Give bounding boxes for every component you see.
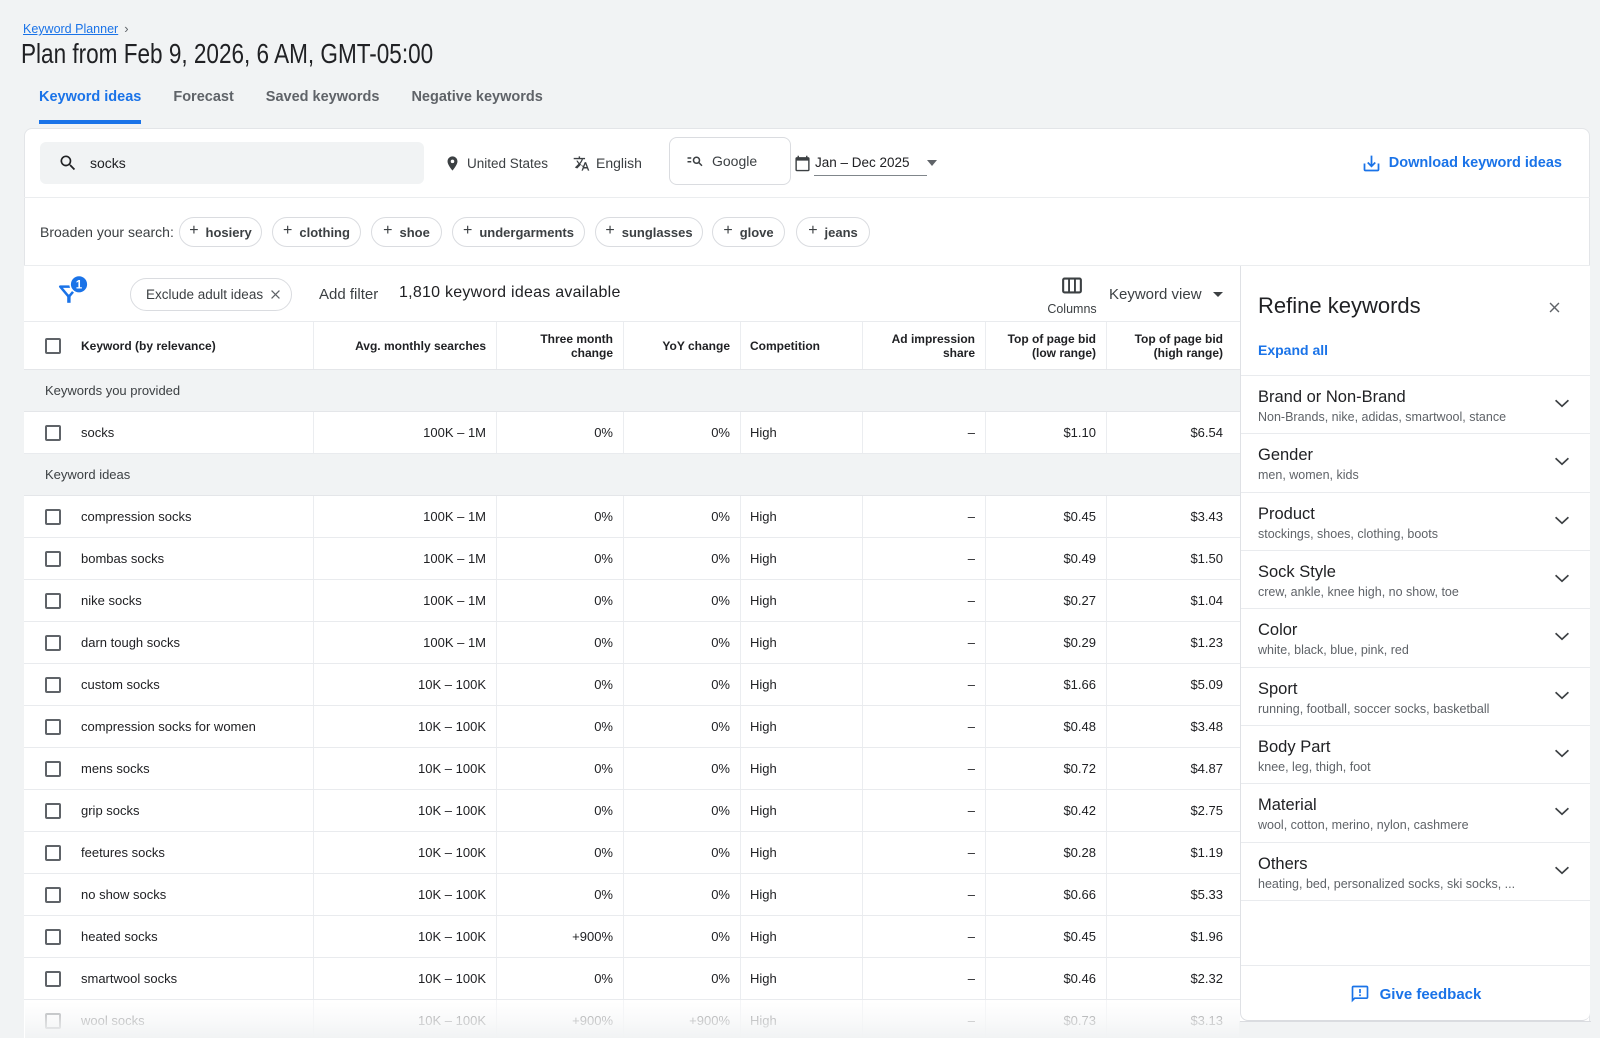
svg-text:1: 1: [76, 279, 83, 291]
